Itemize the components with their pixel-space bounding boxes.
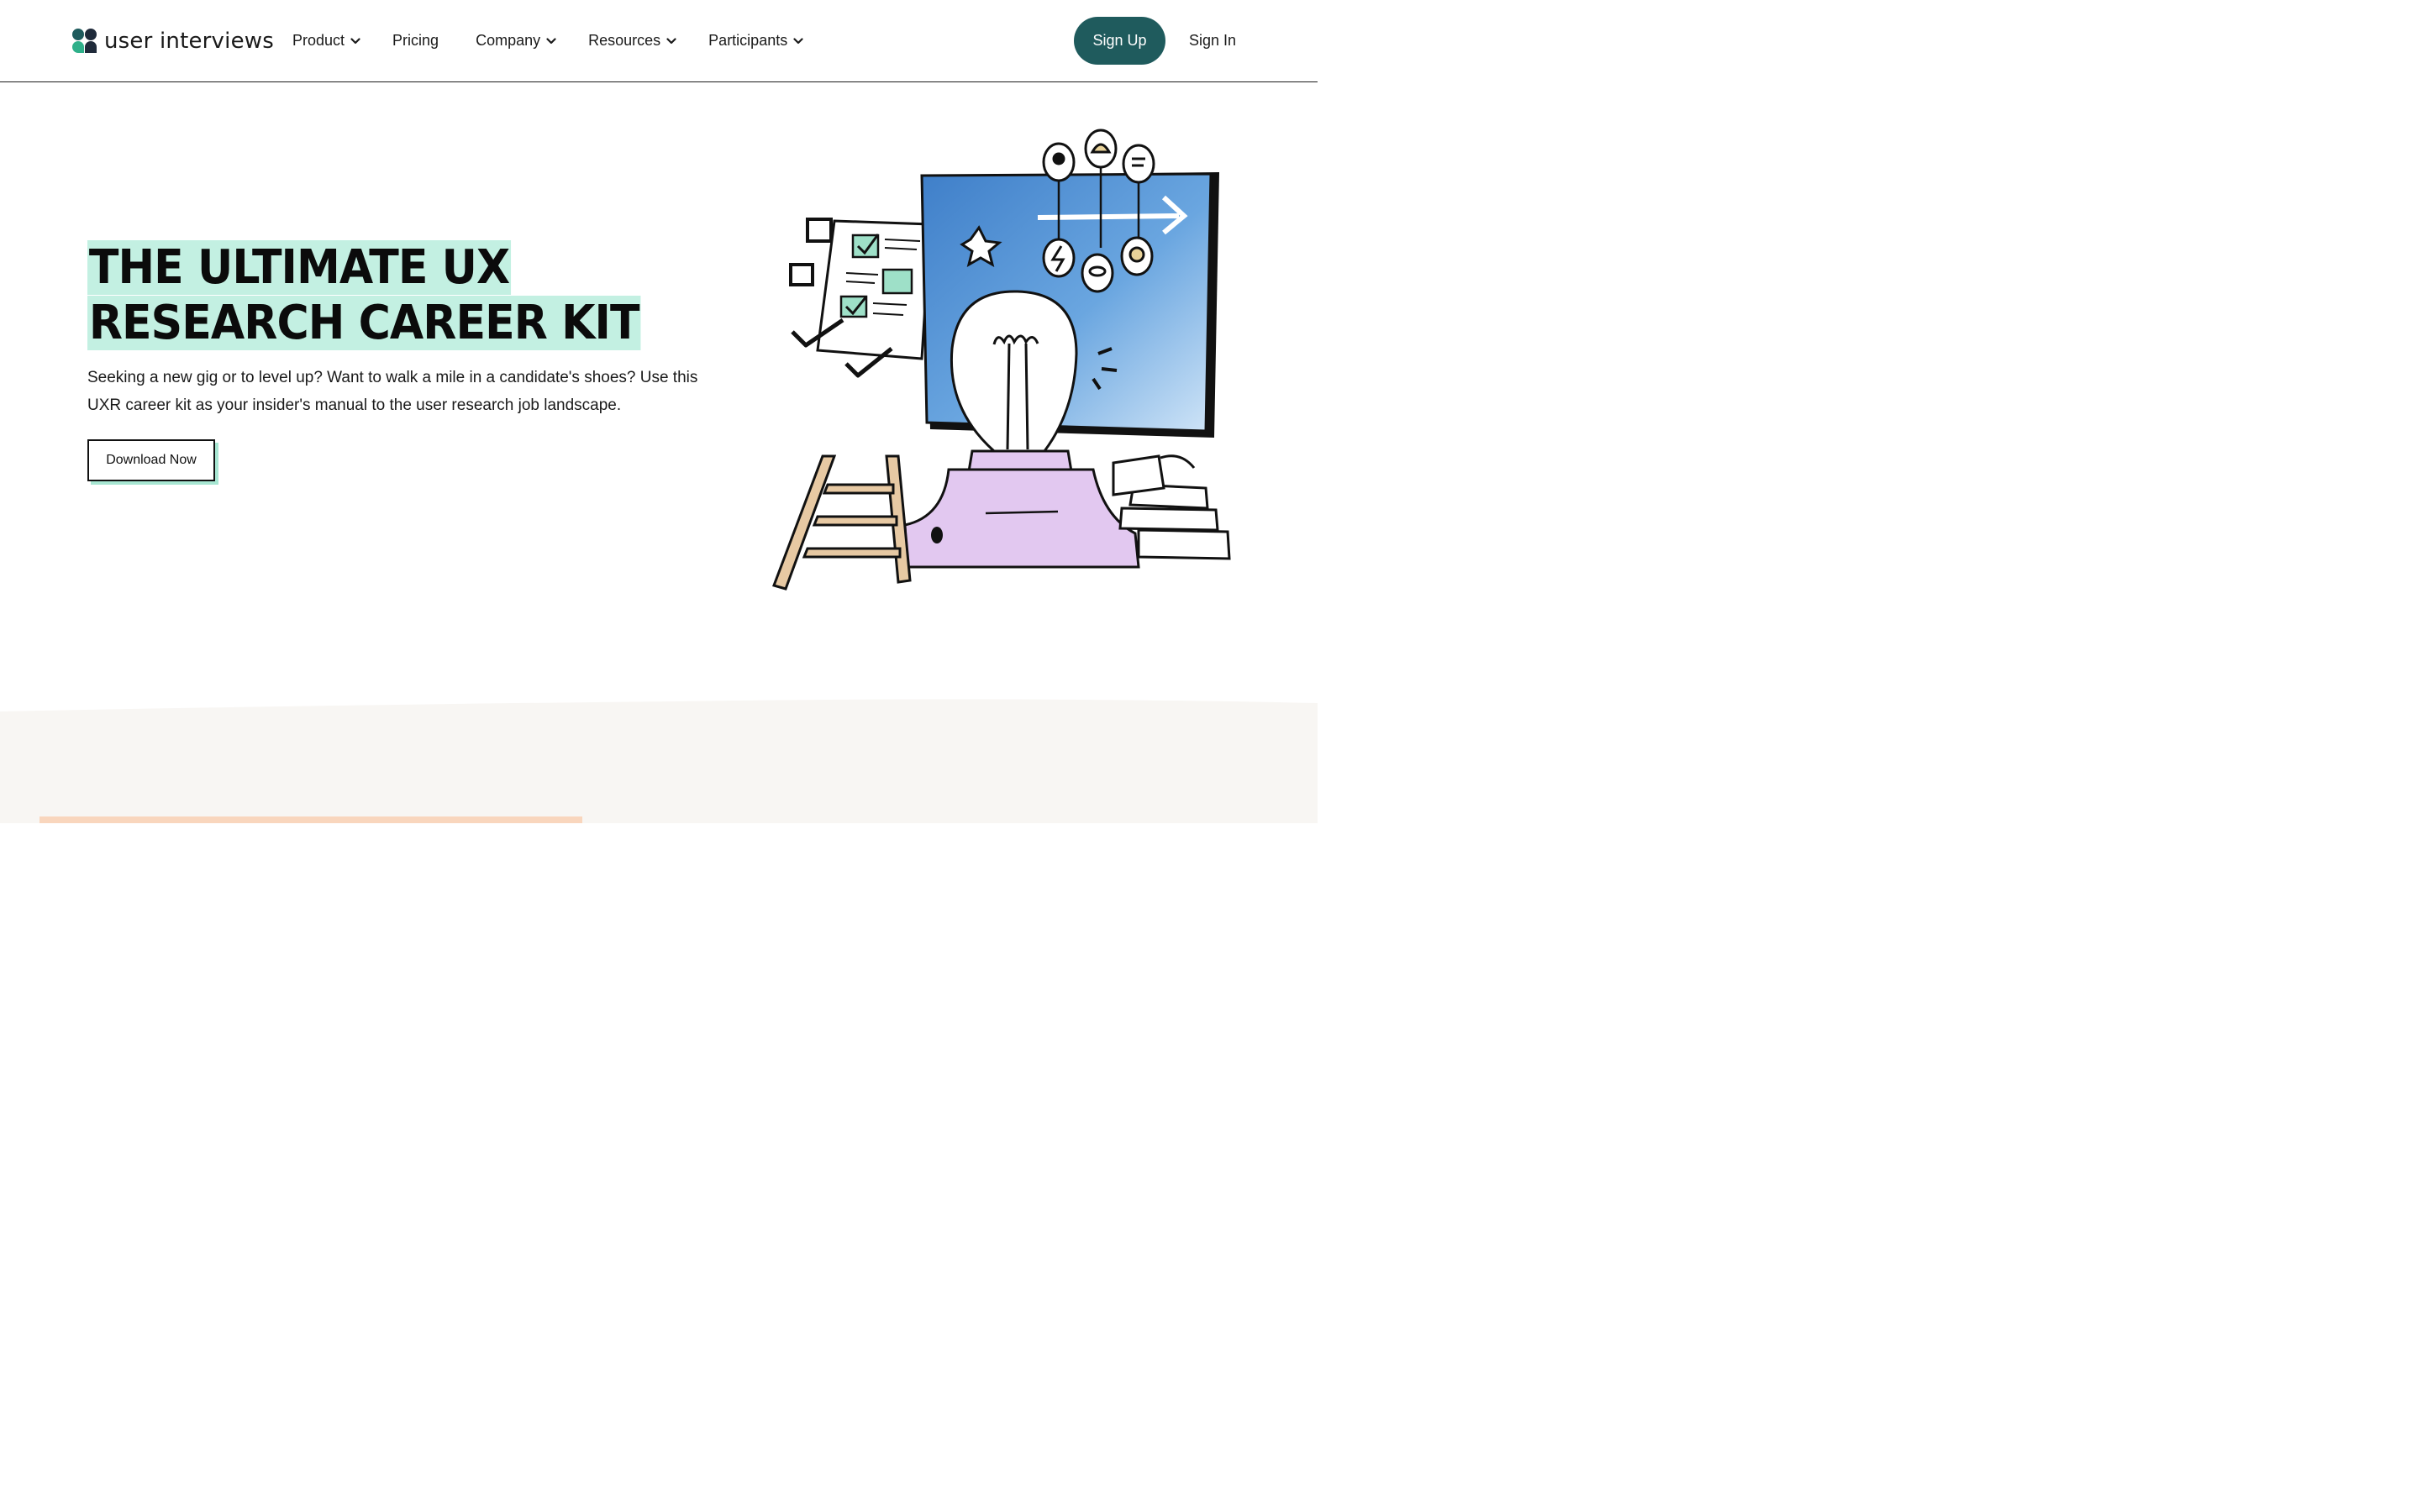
nav-item-label: Company xyxy=(476,32,541,49)
nav-item-product[interactable]: Product xyxy=(292,32,360,50)
lamp-base xyxy=(903,449,1140,569)
nav-item-label: Product xyxy=(292,32,345,49)
page-title: THE ULTIMATE UX RESEARCH CAREER KIT xyxy=(87,240,650,351)
logo-mark-icon xyxy=(72,29,97,54)
title-highlight: THE ULTIMATE UX RESEARCH CAREER KIT xyxy=(87,240,641,350)
nav-item-participants[interactable]: Participants xyxy=(708,32,803,50)
section-card-edge xyxy=(39,816,582,823)
hero-description: Seeking a new gig or to level up? Want t… xyxy=(87,369,698,414)
chevron-down-icon xyxy=(350,37,360,44)
checklist-paper xyxy=(816,219,932,360)
brand-logo[interactable]: user interviews xyxy=(72,29,274,54)
sign-up-button[interactable]: Sign Up xyxy=(1074,17,1165,65)
brand-name: user interviews xyxy=(104,29,274,54)
main-nav: Product Pricing Company Resources Partic… xyxy=(292,32,835,50)
nav-item-label: Pricing xyxy=(392,32,439,49)
nav-item-resources[interactable]: Resources xyxy=(588,32,676,50)
nav-item-pricing[interactable]: Pricing xyxy=(392,32,439,50)
nav-item-label: Participants xyxy=(708,32,788,49)
ladder xyxy=(772,454,912,591)
download-now-button[interactable]: Download Now xyxy=(87,439,215,481)
nav-item-label: Resources xyxy=(588,32,661,49)
chevron-down-icon xyxy=(666,37,676,44)
chevron-down-icon xyxy=(793,37,803,44)
nav-item-company[interactable]: Company xyxy=(476,32,556,50)
site-header: user interviews Product Pricing Company … xyxy=(0,0,1318,82)
chevron-down-icon xyxy=(546,37,556,44)
career-kit-illustration xyxy=(772,129,1231,591)
download-cta: Download Now xyxy=(87,439,218,485)
lower-section-background xyxy=(0,699,1318,823)
sign-in-link[interactable]: Sign In xyxy=(1189,32,1236,50)
